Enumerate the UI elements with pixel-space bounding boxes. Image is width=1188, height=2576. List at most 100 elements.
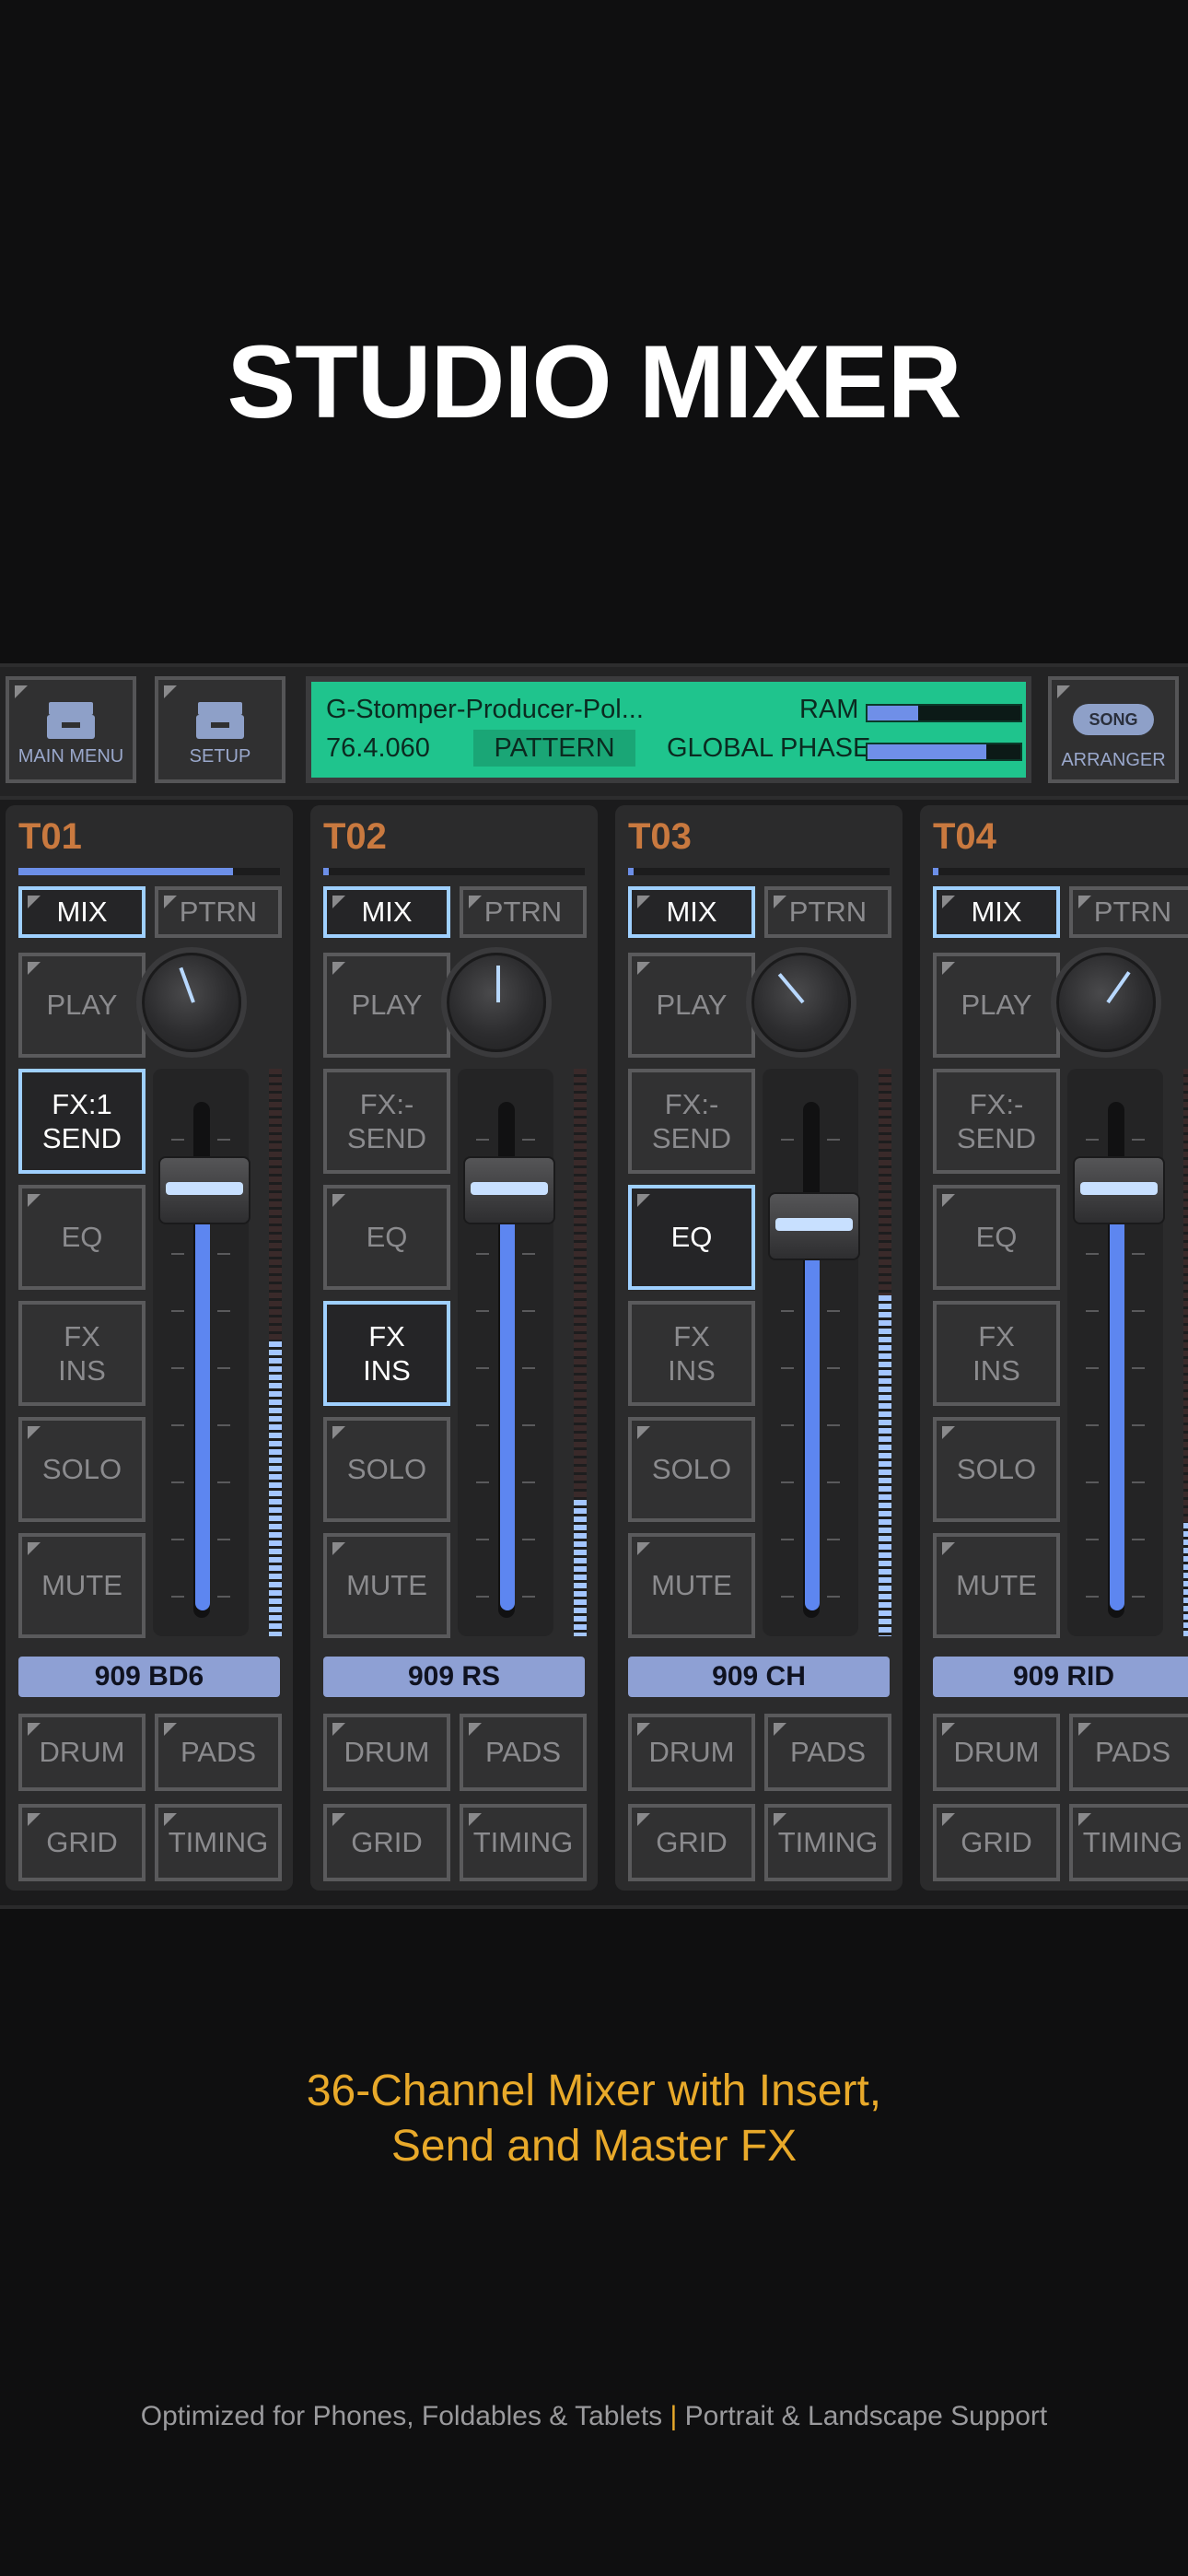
fx-send-button-label-2: SEND xyxy=(956,1122,1037,1154)
arranger-button[interactable]: SONG ARRANGER xyxy=(1048,676,1179,783)
ptrn-button[interactable]: PTRN xyxy=(460,886,587,938)
play-button[interactable]: PLAY xyxy=(628,953,755,1058)
corner-marker xyxy=(774,1723,786,1736)
fx-send-button-label-1: FX:- xyxy=(359,1087,414,1120)
pads-button[interactable]: PADS xyxy=(764,1714,891,1791)
ptrn-button[interactable]: PTRN xyxy=(1069,886,1188,938)
ram-meter xyxy=(866,704,1022,722)
eq-button[interactable]: EQ xyxy=(628,1185,755,1290)
eq-button-label: EQ xyxy=(61,1221,103,1254)
volume-fader[interactable] xyxy=(153,1069,250,1636)
mute-button[interactable]: MUTE xyxy=(628,1533,755,1638)
fx-ins-button[interactable]: FX INS xyxy=(628,1301,755,1406)
volume-knob[interactable] xyxy=(447,953,546,1052)
timing-button[interactable]: TIMING xyxy=(155,1804,282,1881)
fader-tick xyxy=(1086,1253,1099,1255)
fader-tick xyxy=(217,1367,230,1369)
vu-meter xyxy=(574,1069,587,1636)
play-button[interactable]: PLAY xyxy=(933,953,1060,1058)
drum-button-label: DRUM xyxy=(344,1736,430,1769)
fx-ins-button-label-1: FX xyxy=(978,1319,1015,1352)
fader-handle[interactable] xyxy=(463,1155,555,1224)
mute-button[interactable]: MUTE xyxy=(933,1533,1060,1638)
instrument-name[interactable]: 909 CH xyxy=(628,1657,890,1697)
solo-button[interactable]: SOLO xyxy=(323,1417,450,1522)
fader-level xyxy=(1110,1201,1124,1610)
eq-button[interactable]: EQ xyxy=(323,1185,450,1290)
pads-button[interactable]: PADS xyxy=(460,1714,587,1791)
eq-button[interactable]: EQ xyxy=(18,1185,146,1290)
fx-ins-button[interactable]: FX INS xyxy=(18,1301,146,1406)
timing-button[interactable]: TIMING xyxy=(460,1804,587,1881)
fader-handle[interactable] xyxy=(1073,1155,1165,1224)
fx-send-button-label-1: FX:1 xyxy=(52,1087,112,1120)
fader-handle[interactable] xyxy=(158,1155,250,1224)
fx-send-button[interactable]: FX:- SEND xyxy=(628,1069,755,1174)
fx-send-button[interactable]: FX:- SEND xyxy=(933,1069,1060,1174)
solo-button[interactable]: SOLO xyxy=(933,1417,1060,1522)
play-button[interactable]: PLAY xyxy=(323,953,450,1058)
drum-button[interactable]: DRUM xyxy=(323,1714,450,1791)
drum-button[interactable]: DRUM xyxy=(933,1714,1060,1791)
mix-button[interactable]: MIX xyxy=(323,886,450,938)
volume-knob[interactable] xyxy=(1056,953,1156,1052)
fader-tick xyxy=(1086,1481,1099,1483)
setup-button[interactable]: SETUP xyxy=(155,676,285,783)
fader-tick xyxy=(781,1367,794,1369)
corner-marker xyxy=(332,962,345,975)
solo-button[interactable]: SOLO xyxy=(18,1417,146,1522)
drum-button[interactable]: DRUM xyxy=(18,1714,146,1791)
channel-strip: T02 MIX PTRN PLAY FX:- SEND EQ FX INS SOLO MUTE 909… xyxy=(310,805,598,1891)
instrument-name[interactable]: 909 RID xyxy=(933,1657,1188,1697)
ptrn-button[interactable]: PTRN xyxy=(155,886,282,938)
volume-knob[interactable] xyxy=(751,953,851,1052)
pads-button-label: PADS xyxy=(484,1736,562,1769)
instrument-name[interactable]: 909 BD6 xyxy=(18,1657,280,1697)
corner-marker xyxy=(332,1813,345,1826)
drum-button[interactable]: DRUM xyxy=(628,1714,755,1791)
fx-ins-button[interactable]: FX INS xyxy=(933,1301,1060,1406)
corner-marker xyxy=(164,1723,177,1736)
mix-button[interactable]: MIX xyxy=(933,886,1060,938)
volume-fader[interactable] xyxy=(458,1069,555,1636)
volume-fader[interactable] xyxy=(763,1069,860,1636)
eq-button[interactable]: EQ xyxy=(933,1185,1060,1290)
fx-send-button[interactable]: FX:1 SEND xyxy=(18,1069,146,1174)
ptrn-button[interactable]: PTRN xyxy=(764,886,891,938)
grid-button[interactable]: GRID xyxy=(933,1804,1060,1881)
fader-tick xyxy=(476,1481,489,1483)
instrument-name[interactable]: 909 RS xyxy=(323,1657,585,1697)
pattern-mode[interactable]: PATTERN xyxy=(473,730,635,767)
mute-button[interactable]: MUTE xyxy=(323,1533,450,1638)
fx-send-button-label-2: SEND xyxy=(346,1122,427,1154)
play-button[interactable]: PLAY xyxy=(18,953,146,1058)
mix-button[interactable]: MIX xyxy=(628,886,755,938)
fx-send-button[interactable]: FX:- SEND xyxy=(323,1069,450,1174)
grid-button[interactable]: GRID xyxy=(323,1804,450,1881)
fx-ins-button[interactable]: FX INS xyxy=(323,1301,450,1406)
fader-tick xyxy=(217,1310,230,1312)
fader-tick xyxy=(827,1424,840,1426)
lcd-display[interactable]: G-Stomper-Producer-Pol... 76.4.060 PATTE… xyxy=(306,676,1031,783)
grid-button[interactable]: GRID xyxy=(628,1804,755,1881)
knob-indicator xyxy=(777,973,805,1004)
pads-button[interactable]: PADS xyxy=(1069,1714,1188,1791)
corner-marker xyxy=(332,1194,345,1207)
volume-knob[interactable] xyxy=(142,953,241,1052)
vu-level xyxy=(574,1500,587,1636)
timing-button[interactable]: TIMING xyxy=(764,1804,891,1881)
fader-handle[interactable] xyxy=(768,1192,860,1260)
corner-marker xyxy=(28,1813,41,1826)
pads-button[interactable]: PADS xyxy=(155,1714,282,1791)
solo-button[interactable]: SOLO xyxy=(628,1417,755,1522)
eq-button-label: EQ xyxy=(670,1221,713,1254)
grid-button[interactable]: GRID xyxy=(18,1804,146,1881)
volume-fader[interactable] xyxy=(1067,1069,1165,1636)
play-button-label: PLAY xyxy=(656,989,728,1022)
mute-button[interactable]: MUTE xyxy=(18,1533,146,1638)
fx-ins-button-label-2: INS xyxy=(668,1354,716,1387)
main-menu-button[interactable]: MAIN MENU xyxy=(6,676,136,783)
mix-button[interactable]: MIX xyxy=(18,886,146,938)
fx-ins-button-label-1: FX xyxy=(64,1319,100,1352)
timing-button[interactable]: TIMING xyxy=(1069,1804,1188,1881)
